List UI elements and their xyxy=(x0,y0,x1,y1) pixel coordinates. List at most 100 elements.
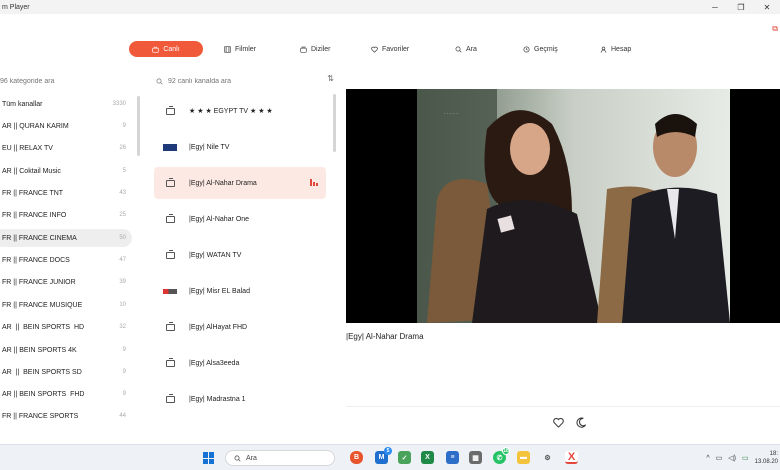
category-item[interactable]: EU || RELAX TV 26 xyxy=(0,139,132,157)
tv-icon xyxy=(152,45,159,53)
settings-gear-icon[interactable]: ⚙ xyxy=(541,451,554,464)
channel-scrollbar[interactable] xyxy=(333,94,336,152)
nav-bar: Canlı Filmler Diziler Favoriler Ara Geçm… xyxy=(0,41,780,57)
category-item[interactable]: AR || QURAN KARIM 9 xyxy=(0,117,132,135)
user-icon xyxy=(600,46,607,53)
channel-search-input[interactable] xyxy=(168,77,318,85)
channel-search[interactable] xyxy=(156,74,336,88)
channel-item[interactable]: |Egy| Misr EL Balad xyxy=(154,275,326,307)
category-name: AR || Coktail Music xyxy=(2,167,61,175)
window-controls: ─ ❐ ✕ xyxy=(702,0,780,14)
channel-name: |Egy| Nile TV xyxy=(189,143,230,151)
mail-badge: 5 xyxy=(384,447,392,455)
nav-tab-label: Filmler xyxy=(235,45,256,53)
nav-tab-search[interactable]: Ara xyxy=(455,41,477,57)
category-name: FR || FRANCE MUSIQUE xyxy=(2,301,83,309)
sort-icon[interactable]: ⇅ xyxy=(327,74,334,83)
file-explorer-icon[interactable]: ▬ xyxy=(517,451,530,464)
channel-name: |Egy| Madrastna 1 xyxy=(189,395,246,403)
calculator-icon[interactable]: ▦ xyxy=(469,451,482,464)
category-item[interactable]: FR || FRANCE MUSIQUE 10 xyxy=(0,296,132,314)
category-name: FR || FRANCE INFO xyxy=(2,211,67,219)
channel-item-active[interactable]: |Egy| Al-Nahar Drama xyxy=(154,167,326,199)
video-player[interactable]: · · · · · xyxy=(346,89,780,323)
category-name: AR || BEIN SPORTS 4K xyxy=(2,346,77,354)
category-item[interactable]: AR || Coktail Music 5 xyxy=(0,162,132,180)
category-count: 9 xyxy=(122,391,126,397)
channel-item[interactable]: |Egy| Alsa3eeda xyxy=(154,347,326,379)
channel-item[interactable]: |Egy| Al-Nahar One xyxy=(154,203,326,235)
monitor-icon[interactable]: ▭ xyxy=(716,454,723,462)
category-item-active[interactable]: FR || FRANCE CINEMA 50 xyxy=(0,229,132,247)
taskbar-search[interactable]: Ara xyxy=(225,450,335,466)
category-count: 32 xyxy=(119,324,126,330)
channel-item[interactable]: ★ ★ ★ EGYPT TV ★ ★ ★ xyxy=(154,95,326,127)
clock[interactable]: 18: 13.08.20 xyxy=(755,450,778,466)
category-name: AR || BEIN SPORTS SD xyxy=(2,368,82,376)
nav-tab-label: Ara xyxy=(466,45,477,53)
app-icon[interactable]: ✓ xyxy=(398,451,411,464)
category-panel: Tüm kanallar 3330 AR || QURAN KARIM 9 EU |… xyxy=(0,70,140,444)
nav-tab-live[interactable]: Canlı xyxy=(129,41,203,57)
category-count: 3330 xyxy=(112,101,126,107)
category-name: FR || FRANCE DOCS xyxy=(2,256,70,264)
category-count: 5 xyxy=(122,168,126,174)
tv-icon xyxy=(162,105,178,116)
nav-tab-history[interactable]: Geçmiş xyxy=(523,41,558,57)
category-count: 47 xyxy=(119,257,126,263)
category-item[interactable]: FR || FRANCE TNT 43 xyxy=(0,184,132,202)
dark-mode-moon-icon[interactable] xyxy=(576,417,587,428)
notepad-icon[interactable]: ≡ xyxy=(446,451,459,464)
channel-name: |Egy| Misr EL Balad xyxy=(189,287,250,295)
windows-start-icon[interactable] xyxy=(203,452,215,464)
channel-item[interactable]: |Egy| Madrastna 1 xyxy=(154,383,326,415)
category-name: AR || BEIN SPORTS FHD xyxy=(2,390,85,398)
category-item[interactable]: FR || FRANCE INFO 25 xyxy=(0,206,132,224)
minimize-button[interactable]: ─ xyxy=(702,0,728,14)
nav-tab-favorites[interactable]: Favoriler xyxy=(371,41,409,57)
favorite-heart-icon[interactable] xyxy=(553,417,564,428)
channel-item[interactable]: |Egy| Nile TV xyxy=(154,131,326,163)
category-item[interactable]: FR || FRANCE SPORTS 44 xyxy=(0,407,132,425)
excel-icon[interactable]: X xyxy=(421,451,434,464)
nav-tab-series[interactable]: Diziler xyxy=(300,41,330,57)
category-count: 9 xyxy=(122,369,126,375)
category-item[interactable]: AR || BEIN SPORTS 4K 9 xyxy=(0,341,132,359)
clock-date: 13.08.20 xyxy=(754,459,778,465)
taskbar-search-label: Ara xyxy=(246,454,257,462)
category-item[interactable]: FR || FRANCE JUNIOR 39 xyxy=(0,273,132,291)
category-item[interactable]: AR || BEIN SPORTS FHD 9 xyxy=(0,385,132,403)
windows-taskbar: Ara B M5 ✓ X ≡ ▦ ✆ 18 ▬ ⚙ X ^ ▭ ◁) ▭ 18: … xyxy=(0,444,780,470)
nav-tab-account[interactable]: Hesap xyxy=(600,41,631,57)
maximize-button[interactable]: ❐ xyxy=(728,0,754,14)
nile-logo-icon xyxy=(162,142,178,152)
mail-icon[interactable]: M5 xyxy=(375,447,392,464)
category-name: FR || FRANCE JUNIOR xyxy=(2,278,76,286)
category-item[interactable]: FR || FRANCE DOCS 47 xyxy=(0,251,132,269)
cast-icon[interactable]: ⧉ xyxy=(772,24,778,34)
window-title: m Player xyxy=(2,3,30,11)
channel-item[interactable]: |Egy| WATAN TV xyxy=(154,239,326,271)
whatsapp-badge: 18 xyxy=(502,447,510,455)
speaker-icon[interactable]: ◁) xyxy=(728,454,736,462)
close-button[interactable]: ✕ xyxy=(754,0,780,14)
channel-item[interactable]: |Egy| AlHayat FHD xyxy=(154,311,326,343)
category-item[interactable]: Tüm kanallar 3330 xyxy=(0,95,132,113)
category-search-input[interactable] xyxy=(0,74,140,88)
category-count: 9 xyxy=(122,123,126,129)
system-tray: ^ ▭ ◁) ▭ 18: 13.08.20 xyxy=(706,449,780,467)
whatsapp-icon[interactable]: ✆ 18 xyxy=(493,447,510,464)
category-count: 44 xyxy=(119,413,126,419)
divider xyxy=(346,406,780,407)
brave-browser-icon[interactable]: B xyxy=(350,451,363,464)
nav-tab-movies[interactable]: Filmler xyxy=(224,41,256,57)
search-icon xyxy=(234,455,241,462)
nav-tab-label: Hesap xyxy=(611,45,632,53)
category-name: FR || FRANCE SPORTS xyxy=(2,412,79,420)
chevron-up-icon[interactable]: ^ xyxy=(706,455,709,462)
channel-name: |Egy| AlHayat FHD xyxy=(189,323,248,331)
battery-icon[interactable]: ▭ xyxy=(742,454,749,462)
iptv-player-app-icon[interactable]: X xyxy=(565,451,578,464)
category-item[interactable]: AR || BEIN SPORTS SD 9 xyxy=(0,363,132,381)
category-item[interactable]: AR || BEIN SPORTS HD 32 xyxy=(0,318,132,336)
